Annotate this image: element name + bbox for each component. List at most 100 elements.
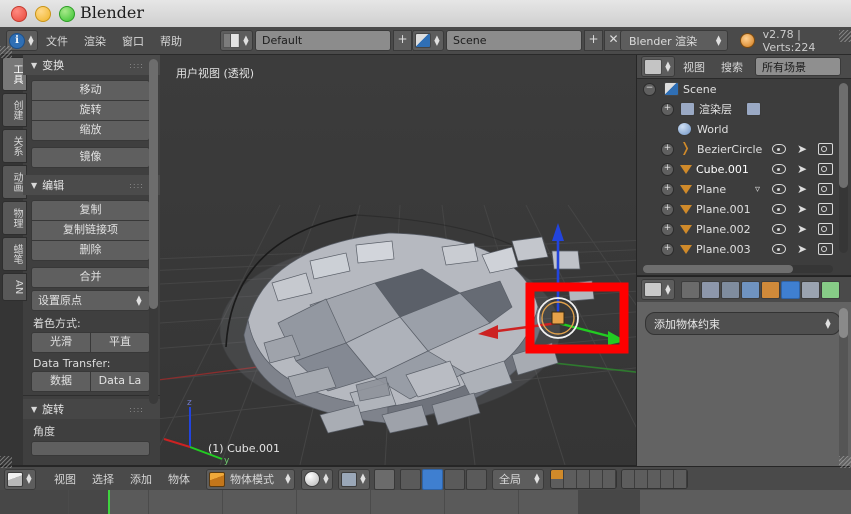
interaction-mode-selector[interactable]: 物体模式 ▲ ▼ (206, 468, 295, 490)
object-tab-icon[interactable] (761, 280, 780, 299)
outliner-row-plane[interactable]: + Plane ▿ ➤ (637, 179, 851, 199)
panel-header-edit[interactable]: ▼ 编辑 :::: (23, 175, 160, 195)
scene-tab-icon[interactable] (721, 280, 740, 299)
layer-cell[interactable] (635, 470, 648, 479)
cursor-arrow-icon[interactable]: ➤ (797, 203, 807, 215)
outliner-vertical-scrollbar[interactable] (839, 83, 848, 253)
tool-delete[interactable]: 删除 (31, 241, 150, 261)
layer-cell[interactable] (577, 470, 590, 479)
camera-icon[interactable] (818, 143, 833, 155)
transform-orientation-selector[interactable]: 全局 ▲ ▼ (492, 468, 544, 490)
add-object-constraint-dropdown[interactable]: 添加物体约束 ▲ ▼ (645, 312, 841, 335)
render-engine-selector[interactable]: Blender 渲染 ▲ ▼ (620, 30, 728, 51)
menu-help[interactable]: 帮助 (152, 33, 190, 49)
close-window-button[interactable] (11, 6, 27, 22)
outliner-vscroll-thumb[interactable] (839, 83, 848, 188)
tool-join[interactable]: 合并 (31, 267, 150, 288)
panel-header-rotate-operator[interactable]: ▼ 旋转 :::: (23, 399, 160, 419)
layer-cell[interactable] (603, 470, 616, 479)
tool-scale[interactable]: 缩放 (31, 121, 150, 141)
render-tab-icon[interactable] (681, 280, 700, 299)
world-tab-icon[interactable] (741, 280, 760, 299)
editor-type-selector-view3d[interactable]: ▲ ▼ (4, 468, 36, 490)
outliner-row-renderlayers[interactable]: + 渲染层 (637, 99, 851, 119)
view3d-menu-view[interactable]: 视图 (46, 471, 84, 487)
menu-file[interactable]: 文件 (38, 33, 76, 49)
timeline-track[interactable] (0, 490, 640, 514)
outliner-row-plane-002[interactable]: + Plane.002 ➤ (637, 219, 851, 239)
timeline-editor[interactable] (0, 490, 851, 514)
scene-layers-widget[interactable] (550, 469, 692, 489)
camera-icon[interactable] (818, 183, 833, 195)
eye-icon[interactable] (771, 244, 786, 254)
cursor-arrow-icon[interactable]: ➤ (797, 163, 807, 175)
tool-shelf-scrollbar[interactable] (149, 59, 158, 404)
outliner-row-plane-001[interactable]: + Plane.001 ➤ (637, 199, 851, 219)
layer-cell[interactable] (661, 470, 674, 479)
snap-magnet-icon[interactable] (374, 468, 395, 490)
properties-scroll-thumb[interactable] (839, 308, 848, 338)
camera-icon[interactable] (818, 243, 833, 255)
cursor-arrow-icon[interactable]: ➤ (797, 243, 807, 255)
renderlayers-tab-icon[interactable] (701, 280, 720, 299)
tool-set-origin-dropdown[interactable]: 设置原点 ▲ ▼ (31, 290, 150, 311)
screen-layout-selector[interactable]: ▲ ▼ (220, 30, 253, 51)
properties-scrollbar[interactable] (839, 308, 848, 460)
manipulator-toggle-icon[interactable] (400, 468, 421, 490)
outliner-tree[interactable]: − Scene + 渲染层 World + ❭ BezierCircle ➤ +… (637, 79, 851, 275)
layer-cell[interactable] (661, 479, 674, 488)
camera-icon[interactable] (818, 223, 833, 235)
layer-cell[interactable] (635, 479, 648, 488)
minimize-window-button[interactable] (35, 6, 51, 22)
view3d-menu-add[interactable]: 添加 (122, 471, 160, 487)
layer-cell[interactable] (551, 479, 564, 488)
outliner-hscroll-thumb[interactable] (643, 265, 793, 273)
outliner-row-scene[interactable]: − Scene (637, 79, 851, 99)
rotate-angle-field[interactable] (31, 441, 150, 456)
scene-name[interactable]: Scene (446, 30, 582, 51)
outliner-row-plane-003[interactable]: + Plane.003 ➤ (637, 239, 851, 259)
layer-cell[interactable] (564, 479, 577, 488)
cursor-arrow-icon[interactable]: ➤ (797, 183, 807, 195)
screen-layout-name[interactable]: Default (255, 30, 391, 51)
maximize-window-button[interactable] (59, 6, 75, 22)
tool-mirror[interactable]: 镜像 (31, 147, 150, 168)
outliner-row-world[interactable]: World (637, 119, 851, 139)
3d-viewport[interactable]: z y 用户视图 (透视) (1) Cube.001 (160, 55, 636, 465)
timeline-playhead[interactable] (108, 490, 110, 514)
layer-cell[interactable] (603, 479, 616, 488)
outliner-horizontal-scrollbar[interactable] (643, 265, 833, 273)
view3d-menu-select[interactable]: 选择 (84, 471, 122, 487)
renderlayer-link-icon[interactable] (746, 102, 761, 116)
add-layout-button[interactable]: + (393, 30, 412, 51)
layer-cell[interactable] (622, 470, 635, 479)
area-resize-corner[interactable] (839, 456, 851, 468)
layer-cell[interactable] (577, 479, 590, 488)
panel-header-transform[interactable]: ▼ 变换 :::: (23, 55, 160, 75)
outliner-row-cube-001[interactable]: + Cube.001 ➤ (637, 159, 851, 179)
editor-type-selector-properties[interactable]: ▲ ▼ (641, 279, 675, 300)
tool-duplicate[interactable]: 复制 (31, 200, 150, 221)
modifier-icon[interactable]: ▿ (755, 184, 760, 195)
view3d-menu-object[interactable]: 物体 (160, 471, 198, 487)
layer-cell[interactable] (622, 479, 635, 488)
layer-cell[interactable] (590, 470, 603, 479)
expand-icon[interactable]: + (661, 162, 674, 176)
layer-cell[interactable] (590, 479, 603, 488)
expand-icon[interactable]: + (661, 242, 674, 256)
scale-icon[interactable] (466, 468, 487, 490)
layer-cell[interactable] (648, 470, 661, 479)
area-resize-corner[interactable] (0, 46, 12, 58)
eye-icon[interactable] (771, 184, 786, 194)
tool-data-transfer[interactable]: 数据 (31, 371, 91, 392)
add-scene-button[interactable]: + (584, 30, 603, 51)
menu-window[interactable]: 窗口 (114, 33, 152, 49)
expand-icon[interactable]: + (661, 202, 674, 216)
camera-icon[interactable] (818, 163, 833, 175)
rotate-icon[interactable] (444, 468, 465, 490)
outliner-menu-view[interactable]: 视图 (675, 59, 713, 75)
eye-icon[interactable] (771, 204, 786, 214)
pivot-point-selector[interactable]: ▲ ▼ (338, 468, 370, 490)
tool-rotate[interactable]: 旋转 (31, 101, 150, 121)
tool-shade-smooth[interactable]: 光滑 (31, 332, 91, 353)
